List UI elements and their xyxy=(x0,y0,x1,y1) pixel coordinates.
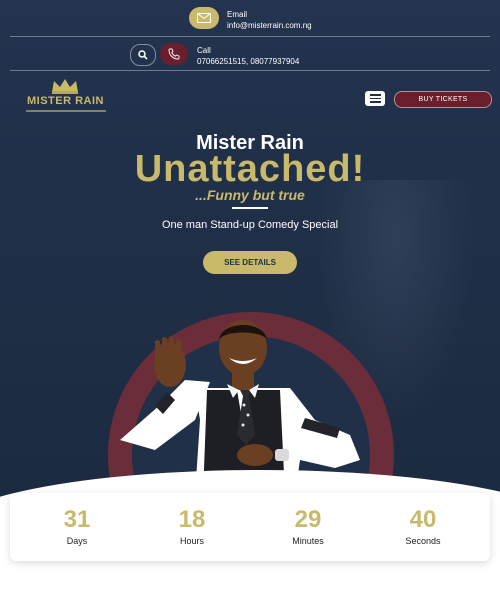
hero-subtitle: One man Stand-up Comedy Special xyxy=(161,219,339,231)
performer-portrait xyxy=(120,320,360,495)
email-value[interactable]: info@misterrain.com.ng xyxy=(227,21,312,30)
search-button[interactable] xyxy=(130,44,156,66)
topbar-divider xyxy=(10,36,490,37)
countdown-days-value: 31 xyxy=(63,506,91,533)
countdown-hours-label: Hours xyxy=(179,536,204,546)
site-logo[interactable]: MISTER RAIN xyxy=(18,78,113,118)
hero-section: Email info@misterrain.com.ng Call 070662… xyxy=(0,0,500,520)
call-label: Call xyxy=(197,46,211,55)
countdown-minutes-label: Minutes xyxy=(292,536,324,546)
countdown-minutes: 29 Minutes xyxy=(248,493,368,561)
logo-text: MISTER RAIN xyxy=(27,95,104,107)
countdown-timer: 31 Days 18 Hours 29 Minutes 40 Seconds xyxy=(10,493,490,561)
countdown-days-label: Days xyxy=(66,536,88,546)
countdown-seconds-value: 40 xyxy=(409,506,437,533)
see-details-button[interactable]: SEE DETAILS xyxy=(203,251,297,274)
crown-icon xyxy=(52,79,78,94)
countdown-hours-value: 18 xyxy=(178,506,206,533)
email-label: Email xyxy=(227,10,248,19)
countdown-seconds-label: Seconds xyxy=(405,536,441,546)
hero-tagline: ...Funny but true xyxy=(195,187,305,203)
envelope-icon[interactable] xyxy=(189,7,219,29)
hamburger-menu-icon[interactable] xyxy=(365,91,385,106)
call-value[interactable]: 07066251515, 08077937904 xyxy=(197,57,299,66)
countdown-days: 31 Days xyxy=(17,493,137,561)
buy-tickets-button[interactable]: BUY TICKETS xyxy=(394,91,492,108)
hero-title: Unattached! xyxy=(134,148,366,190)
phone-icon[interactable] xyxy=(160,43,188,65)
tagline-divider xyxy=(232,207,268,209)
countdown-seconds: 40 Seconds xyxy=(363,493,483,561)
search-icon xyxy=(138,50,148,60)
countdown-minutes-value: 29 xyxy=(294,506,322,533)
countdown-hours: 18 Hours xyxy=(132,493,252,561)
logo-underline xyxy=(26,110,106,112)
nav-divider xyxy=(10,70,490,71)
